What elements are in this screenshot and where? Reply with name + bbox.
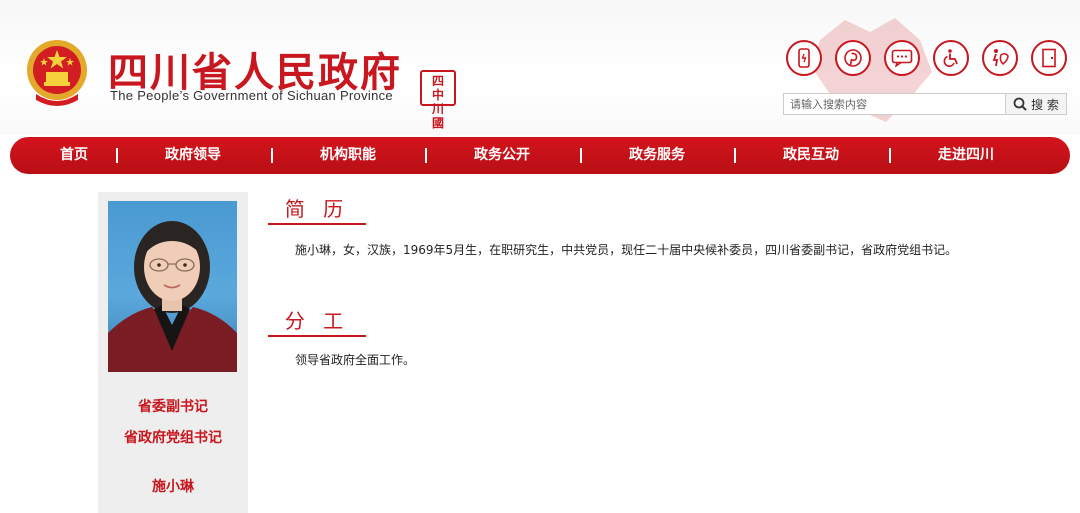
nav-item-agencies[interactable]: 机构职能 [320, 137, 376, 174]
site-header: 四川省人民政府 The People’s Government of Sichu… [0, 0, 1080, 135]
leader-role-2: 省政府党组书记 [124, 430, 222, 446]
nav-item-sichuan[interactable]: 走进四川 [938, 137, 994, 174]
duty-text: 领导省政府全面工作。 [295, 353, 416, 367]
toolbar [786, 40, 1067, 76]
nav-separator [580, 148, 582, 163]
national-emblem-icon [27, 40, 87, 106]
exit-door-icon [1042, 48, 1056, 68]
nav-item-gov-affairs[interactable]: 政务公开 [474, 137, 530, 174]
exit-button[interactable] [1031, 40, 1067, 76]
search-input[interactable] [783, 93, 1005, 115]
pinterest-button[interactable] [835, 40, 871, 76]
pinterest-icon [844, 49, 862, 67]
nav-item-services[interactable]: 政务服务 [629, 137, 685, 174]
nav-separator [889, 148, 891, 163]
nav-separator [116, 148, 118, 163]
duty-title: 分 工 [268, 307, 366, 337]
seal-char: 國 [431, 116, 444, 130]
leader-photo [108, 201, 237, 372]
resume-text: 施小琳，女，汉族，1969年5月生，在职研究生，中共党员，现任二十届中央候补委员… [295, 243, 958, 257]
nav-item-leaders[interactable]: 政府领导 [165, 137, 221, 174]
search-button-label: 搜 索 [1031, 97, 1059, 112]
leader-profile-card: 省委副书记 省政府党组书记 施小琳 [98, 192, 248, 513]
portrait-illustration [108, 221, 237, 372]
nav-separator [425, 148, 427, 163]
elder-care-icon [992, 49, 1009, 67]
accessibility-button[interactable] [933, 40, 969, 76]
nav-separator [271, 148, 273, 163]
search-bar: 搜 索 [783, 93, 1067, 115]
seal-logo: 四 中 川 國 [420, 70, 456, 130]
nav-separator [734, 148, 736, 163]
mobile-button[interactable] [786, 40, 822, 76]
chat-icon [891, 49, 913, 67]
nav-item-interaction[interactable]: 政民互动 [783, 137, 839, 174]
seal-char: 四 [431, 74, 444, 88]
site-title-en[interactable]: The People’s Government of Sichuan Provi… [110, 88, 393, 103]
chat-button[interactable] [884, 40, 920, 76]
main-nav: 首页 政府领导 机构职能 政务公开 政务服务 政民互动 走进四川 [10, 137, 1070, 174]
nav-item-home[interactable]: 首页 [60, 137, 88, 174]
leader-name: 施小琳 [152, 479, 194, 495]
wheelchair-icon [943, 49, 958, 67]
resume-title: 简 历 [268, 195, 366, 225]
seal-char: 川 [431, 102, 444, 116]
mobile-icon [798, 48, 810, 68]
elder-care-button[interactable] [982, 40, 1018, 76]
search-icon [1013, 97, 1027, 111]
leader-role-1: 省委副书记 [138, 399, 208, 415]
search-button[interactable]: 搜 索 [1005, 93, 1067, 115]
seal-char: 中 [431, 88, 444, 102]
